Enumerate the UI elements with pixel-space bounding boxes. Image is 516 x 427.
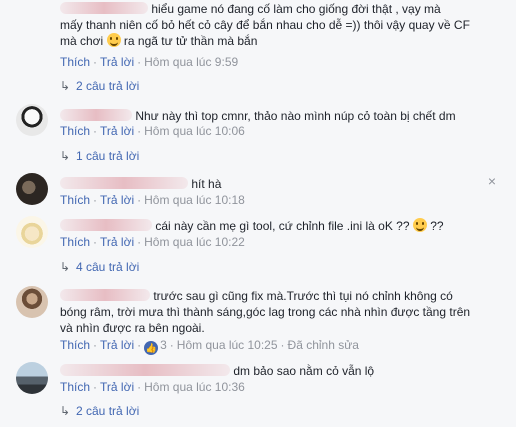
timestamp[interactable]: Hôm qua lúc 10:18 <box>144 193 245 207</box>
comment-body: dm bảo sao nằm cỏ vẫn lộ <box>60 363 486 379</box>
reply-link[interactable]: Trả lời <box>100 380 134 394</box>
comment-actions: Thích · Trả lời · 👍 3 · Hôm qua lúc 10:25 · Đã ch… <box>60 338 359 355</box>
author-name-blurred[interactable] <box>60 109 132 121</box>
avatar[interactable] <box>16 173 48 205</box>
comment-body: hít hà <box>60 176 486 192</box>
comment-text-tail: ?? <box>430 219 444 233</box>
like-link[interactable]: Thích <box>60 124 90 138</box>
avatar[interactable] <box>16 362 48 394</box>
comment-text-line: ra ngã tư tử thần mà bắn <box>123 34 258 48</box>
reply-link[interactable]: Trả lời <box>100 124 134 138</box>
timestamp[interactable]: Hôm qua lúc 10:22 <box>144 235 245 249</box>
author-name-blurred[interactable] <box>60 289 150 301</box>
grinning-emoji-icon <box>412 218 427 232</box>
replies-count[interactable]: 2 câu trả lời <box>76 79 139 93</box>
comment-actions: Thích · Trả lời · Hôm qua lúc 10:22 <box>60 235 245 249</box>
timestamp[interactable]: Hôm qua lúc 9:59 <box>144 55 238 69</box>
comment-actions: Thích · Trả lời · Hôm qua lúc 10:06 <box>60 124 245 138</box>
like-link[interactable]: Thích <box>60 338 90 352</box>
reaction-count[interactable]: 3 <box>158 338 167 352</box>
comment-text: cái này cần mẹ gì tool, cứ chỉnh file .i… <box>155 219 410 233</box>
comment-text-line: hiểu game nó đang cố làm cho giống đời t… <box>151 2 441 16</box>
comment-thread: hiểu game nó đang cố làm cho giống đời t… <box>0 0 516 427</box>
timestamp[interactable]: Hôm qua lúc 10:06 <box>144 124 245 138</box>
comment-text-line: bóng râm, trời mưa thì thành sáng,góc la… <box>60 305 471 319</box>
avatar[interactable] <box>16 286 48 318</box>
comment-body: Như này thì top cmnr, thảo nào mình núp … <box>60 108 486 124</box>
like-link[interactable]: Thích <box>60 193 90 207</box>
comment-body: cái này cần mẹ gì tool, cứ chỉnh file .i… <box>60 218 486 234</box>
replies-count[interactable]: 1 câu trả lời <box>76 149 139 163</box>
reply-link[interactable]: Trả lời <box>100 55 134 69</box>
comment-actions: Thích · Trả lời · Hôm qua lúc 10:36 <box>60 380 245 394</box>
like-reaction-icon[interactable]: 👍 <box>144 341 159 355</box>
author-name-blurred[interactable] <box>60 364 230 376</box>
author-name-blurred[interactable] <box>60 2 148 14</box>
view-replies-link[interactable]: ↳ 1 câu trả lời <box>60 149 139 163</box>
comment-text: dm bảo sao nằm cỏ vẫn lộ <box>233 364 375 378</box>
reply-arrow-icon: ↳ <box>60 79 71 93</box>
reply-arrow-icon: ↳ <box>60 260 71 274</box>
view-replies-link[interactable]: ↳ 2 câu trả lời <box>60 79 139 93</box>
timestamp[interactable]: Hôm qua lúc 10:36 <box>144 380 245 394</box>
avatar[interactable] <box>16 104 48 136</box>
comment-text: hít hà <box>191 177 222 191</box>
comment-text-line: trước sau gì cũng fix mà.Trước thì tụi n… <box>153 289 453 303</box>
comment-actions: Thích · Trả lời · Hôm qua lúc 9:59 <box>60 55 239 69</box>
view-replies-link[interactable]: ↳ 4 câu trả lời <box>60 260 139 274</box>
view-replies-link[interactable]: ↳ 2 câu trả lời <box>60 404 139 418</box>
reply-link[interactable]: Trả lời <box>100 235 134 249</box>
grinning-emoji-icon <box>106 33 121 47</box>
comment-actions: Thích · Trả lời · Hôm qua lúc 10:18 <box>60 193 245 207</box>
avatar[interactable] <box>16 216 48 248</box>
comment-text: Như này thì top cmnr, thảo nào mình núp … <box>135 109 456 123</box>
like-link[interactable]: Thích <box>60 380 90 394</box>
reply-link[interactable]: Trả lời <box>100 338 134 352</box>
like-link[interactable]: Thích <box>60 235 90 249</box>
author-name-blurred[interactable] <box>60 177 188 189</box>
like-link[interactable]: Thích <box>60 55 90 69</box>
comment-body: hiểu game nó đang cố làm cho giống đời t… <box>60 1 486 49</box>
replies-count[interactable]: 2 câu trả lời <box>76 404 139 418</box>
reply-link[interactable]: Trả lời <box>100 193 134 207</box>
comment-text-line: và nhìn được ra bên ngoài. <box>60 321 205 335</box>
author-name-blurred[interactable] <box>60 219 152 231</box>
hide-comment-close-icon[interactable]: × <box>488 174 496 188</box>
comment-text-line: mà chơi <box>60 34 104 48</box>
edited-label[interactable]: Đã chỉnh sửa <box>288 338 359 352</box>
reply-arrow-icon: ↳ <box>60 149 71 163</box>
replies-count[interactable]: 4 câu trả lời <box>76 260 139 274</box>
timestamp[interactable]: Hôm qua lúc 10:25 <box>177 338 278 352</box>
comment-text-line: mấy thanh niên cố bỏ hết cỏ cây để bắn n… <box>60 18 470 32</box>
comment-body: trước sau gì cũng fix mà.Trước thì tụi n… <box>60 288 486 336</box>
reply-arrow-icon: ↳ <box>60 404 71 418</box>
